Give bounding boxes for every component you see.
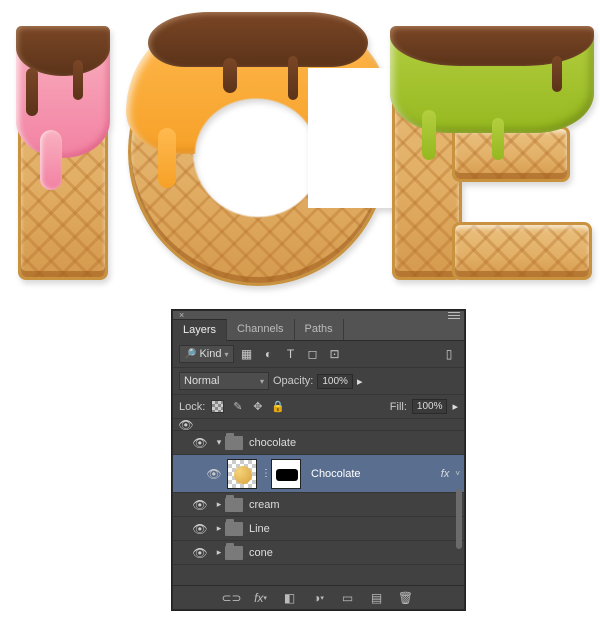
fx-icon[interactable]: fx▾ [253,590,269,606]
blend-row: Normal ▾ Opacity: 100% ▸ [173,368,464,395]
disclosure-down-icon[interactable]: ▾ [213,437,225,448]
lock-all-icon[interactable]: 🔒 [270,399,285,414]
filter-pixel-icon[interactable]: ▦ [238,345,256,363]
fill-value[interactable]: 100% [412,399,448,414]
fx-badge[interactable]: fx [441,468,450,480]
adjustment-icon[interactable]: ◑▾ [311,590,327,606]
chevron-down-icon[interactable]: ▸ [357,375,363,388]
drip-green [422,110,436,160]
lock-row: Lock: ✎ ✥ 🔒 Fill: 100% ▸ [173,395,464,419]
chevron-down-icon[interactable]: ▸ [452,400,458,413]
filter-smart-icon[interactable]: ⊡ [326,345,344,363]
chevron-down-icon[interactable]: ˅ [455,469,460,478]
disclosure-right-icon[interactable]: ▸ [213,499,225,510]
fill-label: Fill: [390,401,407,413]
panel-footer: ⊂⊃ fx▾ ◧ ◑▾ ▭ ▤ 🗑 [173,585,464,609]
new-layer-icon[interactable]: ▤ [369,590,385,606]
folder-icon [225,546,243,560]
drip-choc [552,56,562,92]
drip-choc [73,60,83,100]
letter-c [128,18,388,286]
link-mask-icon[interactable]: ⋮ [261,468,271,479]
blend-mode-select[interactable]: Normal ▾ [179,372,269,390]
visibility-icon[interactable]: 👁 [187,498,213,512]
drip-choc [223,58,237,93]
visibility-icon[interactable]: 👁 [201,467,227,481]
panel-tabs: Layers Channels Paths [173,319,464,341]
scrollbar-thumb[interactable] [456,489,462,549]
filter-kind-label: Kind [199,348,221,360]
disclosure-right-icon[interactable]: ▸ [213,547,225,558]
folder-icon [225,522,243,536]
tab-layers[interactable]: Layers [173,319,227,341]
disclosure-right-icon[interactable]: ▸ [213,523,225,534]
drip-pink [40,130,62,190]
tab-channels[interactable]: Channels [227,319,294,340]
layer-group-chocolate[interactable]: 👁 ▾ chocolate [173,431,464,455]
folder-icon [225,498,243,512]
layer-group-cream[interactable]: 👁 ▸ cream [173,493,464,517]
filter-toggle-switch[interactable]: ▯ [440,345,458,363]
lock-transparency-icon[interactable] [210,399,225,414]
layer-group-cone[interactable]: 👁 ▸ cone [173,541,464,565]
filter-kind-select[interactable]: 🔎 Kind ▾ [179,345,234,363]
lock-brush-icon[interactable]: ✎ [230,399,245,414]
filter-shape-icon[interactable]: ◻ [304,345,322,363]
layer-name: Line [249,523,270,535]
panel-titlebar: × [173,311,464,319]
chevron-down-icon: ▾ [260,377,264,386]
visibility-icon[interactable]: 👁 [187,436,213,450]
folder-icon [225,436,243,450]
group-icon[interactable]: ▭ [340,590,356,606]
layer-name: chocolate [249,437,296,449]
waffle-e-bot [452,222,592,280]
drip-orange [158,128,176,188]
chocolate-c [148,12,368,67]
layers-list: 👁 👁 ▾ chocolate 👁 ⋮ Chocolate fx ˅ 👁 ▸ c… [173,419,464,585]
layers-panel: × Layers Channels Paths 🔎 Kind ▾ ▦ ◐ T ◻… [172,310,465,610]
visibility-icon[interactable]: 👁 [187,546,213,560]
layer-name: cream [249,499,280,511]
chocolate-e [390,26,594,66]
panel-menu-icon[interactable] [448,312,460,319]
close-icon[interactable]: × [179,310,184,320]
drip-green [492,118,504,160]
opacity-label: Opacity: [273,375,313,387]
layer-group-line[interactable]: 👁 ▸ Line [173,517,464,541]
drip-choc [26,68,38,116]
blend-mode-value: Normal [184,375,219,387]
trash-icon[interactable]: 🗑 [398,590,414,606]
mask-icon[interactable]: ◧ [282,590,298,606]
filter-adjust-icon[interactable]: ◐ [260,345,278,363]
search-icon: 🔎 [184,349,196,360]
visibility-icon[interactable]: 👁 [173,419,199,432]
layer-thumbnail[interactable] [227,459,257,489]
link-layers-icon[interactable]: ⊂⊃ [224,590,240,606]
visibility-icon[interactable]: 👁 [187,522,213,536]
layer-name: cone [249,547,273,559]
layer-name: Chocolate [311,468,361,480]
c-cream-cutout [308,68,398,168]
lock-label: Lock: [179,401,205,413]
artwork-ice [0,0,600,300]
filter-row: 🔎 Kind ▾ ▦ ◐ T ◻ ⊡ ▯ [173,341,464,368]
waffle-e-mid [452,126,570,182]
lock-move-icon[interactable]: ✥ [250,399,265,414]
layer-row-truncated[interactable]: 👁 [173,419,464,431]
filter-type-icon[interactable]: T [282,345,300,363]
layer-mask-thumbnail[interactable] [271,459,301,489]
letter-i [18,30,108,280]
drip-choc [288,56,298,100]
opacity-value[interactable]: 100% [317,374,353,389]
layer-chocolate[interactable]: 👁 ⋮ Chocolate fx ˅ [173,455,464,493]
tab-paths[interactable]: Paths [295,319,344,340]
chevron-down-icon: ▾ [224,350,228,359]
letter-e [392,30,592,280]
